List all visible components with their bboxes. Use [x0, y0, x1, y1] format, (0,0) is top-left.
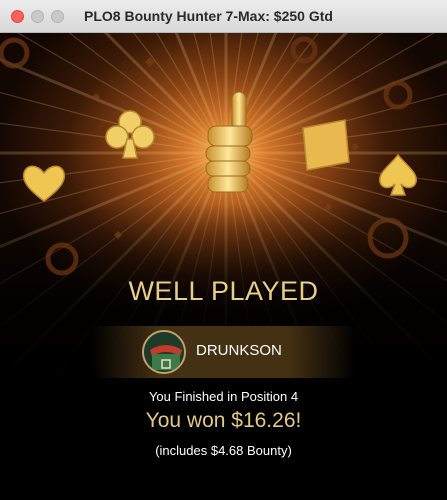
close-button[interactable]: [11, 10, 24, 23]
window-title: PLO8 Bounty Hunter 7-Max: $250 Gtd: [84, 8, 333, 24]
celebration-panel: WELL PLAYED DRUNKSON You Finished in Pos…: [0, 33, 447, 500]
diamond-icon: [302, 119, 350, 171]
app-window: PLO8 Bounty Hunter 7-Max: $250 Gtd WELL …: [0, 0, 447, 500]
winnings-text: You won $16.26!: [145, 409, 302, 432]
headline: WELL PLAYED: [128, 276, 319, 306]
minimize-button[interactable]: [31, 10, 44, 23]
avatar: [142, 330, 186, 374]
thumbs-up-icon: [205, 91, 253, 193]
maximize-button[interactable]: [51, 10, 64, 23]
title-bar[interactable]: PLO8 Bounty Hunter 7-Max: $250 Gtd: [0, 0, 447, 33]
club-icon: [105, 110, 155, 159]
player-bar: DRUNKSON: [92, 326, 355, 378]
player-name: DRUNKSON: [196, 342, 282, 359]
spade-icon: [379, 153, 417, 196]
finish-position-text: You Finished in Position 4: [148, 389, 299, 404]
heart-icon: [22, 165, 66, 202]
poker-table-avatar-icon: [144, 332, 184, 372]
bounty-text: (includes $4.68 Bounty): [155, 443, 292, 458]
